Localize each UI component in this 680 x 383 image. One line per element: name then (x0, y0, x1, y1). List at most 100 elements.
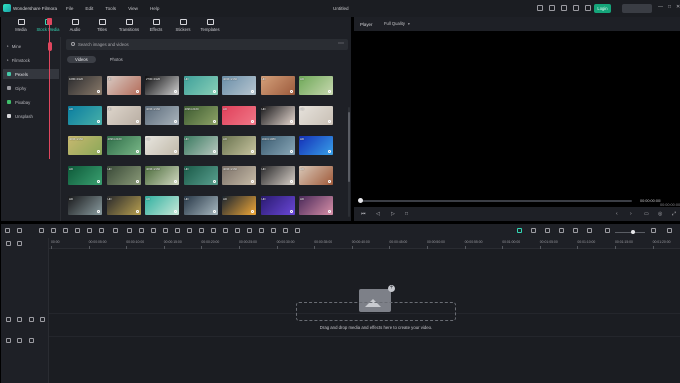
download-icon[interactable] (212, 120, 216, 123)
video-thumbnail[interactable]: HD (260, 106, 295, 125)
download-icon[interactable] (251, 210, 254, 213)
video-thumbnail[interactable]: HD (222, 196, 256, 215)
timeline-settings-icon[interactable] (667, 228, 672, 233)
lock-icon[interactable] (17, 338, 22, 343)
save-icon[interactable] (549, 5, 555, 11)
speed-icon[interactable] (99, 228, 104, 233)
zoom-slider-track[interactable] (615, 232, 645, 233)
video-thumbnail[interactable]: HD (106, 76, 141, 95)
library-scrollbar-thumb[interactable] (348, 112, 350, 182)
video-thumbnail[interactable]: HD (299, 166, 333, 185)
video-thumbnail[interactable]: HD (68, 106, 102, 125)
category-transitions[interactable]: Transitions (115, 19, 143, 32)
timeline-drop-zone[interactable] (296, 302, 456, 321)
video-thumbnail[interactable]: 4096×2160 (68, 136, 102, 155)
download-icon[interactable] (174, 180, 177, 183)
video-thumbnail[interactable]: HD (106, 106, 141, 125)
video-thumbnail[interactable]: HD (106, 166, 141, 185)
download-icon[interactable] (97, 180, 100, 183)
video-thumbnail[interactable]: 4096×2160 (222, 166, 256, 185)
sidebar-item-filmstock[interactable]: ▸ Filmstock (3, 55, 59, 65)
stop-icon[interactable]: □ (405, 211, 408, 217)
download-icon[interactable] (174, 90, 177, 93)
login-button[interactable]: Login (594, 4, 611, 13)
close-icon[interactable]: ✕ (676, 4, 680, 10)
split-icon[interactable] (75, 228, 80, 233)
minimize-icon[interactable]: — (658, 4, 663, 10)
motion-icon[interactable] (223, 228, 228, 233)
category-effects[interactable]: Effects (142, 19, 170, 32)
sidebar-item-pexels[interactable]: Pexels (3, 69, 59, 79)
download-icon[interactable] (212, 150, 216, 153)
download-icon[interactable] (328, 210, 331, 213)
message-icon[interactable] (573, 5, 579, 11)
category-templates[interactable]: Templates (196, 19, 224, 32)
mute-icon[interactable] (40, 317, 45, 322)
color-icon[interactable] (127, 228, 132, 233)
download-icon[interactable] (174, 120, 177, 123)
undo-icon[interactable] (39, 228, 44, 233)
download-icon[interactable] (135, 210, 139, 213)
video-thumbnail[interactable]: 4096×2160 (145, 106, 179, 125)
menu-edit[interactable]: Edit (85, 6, 93, 11)
video-thumbnail[interactable]: 2700×1920 (145, 76, 179, 95)
download-icon[interactable] (97, 150, 100, 153)
video-thumbnail[interactable]: HD (260, 76, 295, 95)
sidebar-item-giphy[interactable]: Giphy (3, 83, 59, 93)
audio-tool-icon[interactable] (139, 228, 144, 233)
video-thumbnail[interactable]: HD (183, 76, 218, 95)
video-thumbnail[interactable]: HD (145, 196, 179, 215)
upgrade-button[interactable] (622, 4, 652, 13)
download-icon[interactable] (97, 120, 100, 123)
link-icon[interactable] (17, 241, 22, 246)
lock-icon[interactable] (17, 317, 22, 322)
screen-record-icon[interactable] (295, 228, 300, 233)
playhead-marker[interactable] (48, 42, 52, 51)
delete-icon[interactable] (63, 228, 68, 233)
video-thumbnail[interactable]: HD (183, 196, 218, 215)
download-icon[interactable] (251, 120, 254, 123)
category-stickers[interactable]: Stickers (169, 19, 197, 32)
marker-icon[interactable] (545, 228, 550, 233)
text-tool-icon[interactable] (113, 228, 118, 233)
microphone-icon[interactable] (559, 228, 564, 233)
green-screen-icon[interactable] (211, 228, 216, 233)
download-icon[interactable] (97, 90, 100, 93)
video-thumbnail[interactable]: 4096×2160 (183, 106, 218, 125)
keyframe-icon[interactable] (163, 228, 168, 233)
download-icon[interactable] (174, 210, 177, 213)
zoom-slider-knob[interactable] (631, 230, 635, 234)
step-back-icon[interactable]: ◁ (376, 211, 380, 217)
video-thumbnail[interactable]: 4096×2160 (222, 76, 256, 95)
menu-tools[interactable]: Tools (105, 6, 116, 11)
cloud-icon[interactable] (561, 5, 567, 11)
video-thumbnail[interactable]: HD (222, 136, 256, 155)
snap-icon[interactable] (587, 228, 592, 233)
download-icon[interactable] (174, 150, 177, 153)
add-track-icon[interactable] (6, 241, 11, 246)
effects-tool-icon[interactable] (199, 228, 204, 233)
select-tool-icon[interactable] (17, 228, 22, 233)
tab-photos[interactable]: Photos (102, 56, 131, 63)
menu-help[interactable]: Help (150, 6, 159, 11)
sidebar-item-pixabay[interactable]: Pixabay (3, 97, 59, 107)
redo-icon[interactable] (51, 228, 56, 233)
video-thumbnail[interactable]: HD (299, 106, 333, 125)
video-thumbnail[interactable]: HD (299, 76, 333, 95)
monitor-icon[interactable] (537, 5, 543, 11)
previous-frame-icon[interactable]: ⏮ (361, 211, 366, 217)
playback-progress-bar[interactable] (360, 200, 632, 202)
transition-tool-icon[interactable] (271, 228, 276, 233)
download-icon[interactable] (289, 180, 293, 183)
grid-icon[interactable] (585, 5, 591, 11)
voiceover-icon[interactable] (573, 228, 578, 233)
video-thumbnail[interactable]: HD (299, 136, 333, 155)
video-thumbnail[interactable]: HD (260, 166, 295, 185)
tracking-icon[interactable] (247, 228, 252, 233)
volume-icon[interactable] (29, 338, 34, 343)
playback-scrubber[interactable] (358, 198, 363, 203)
eye-icon[interactable] (29, 317, 34, 322)
download-icon[interactable] (251, 180, 254, 183)
speech-icon[interactable] (259, 228, 264, 233)
play-icon[interactable]: ▷ (391, 211, 395, 217)
